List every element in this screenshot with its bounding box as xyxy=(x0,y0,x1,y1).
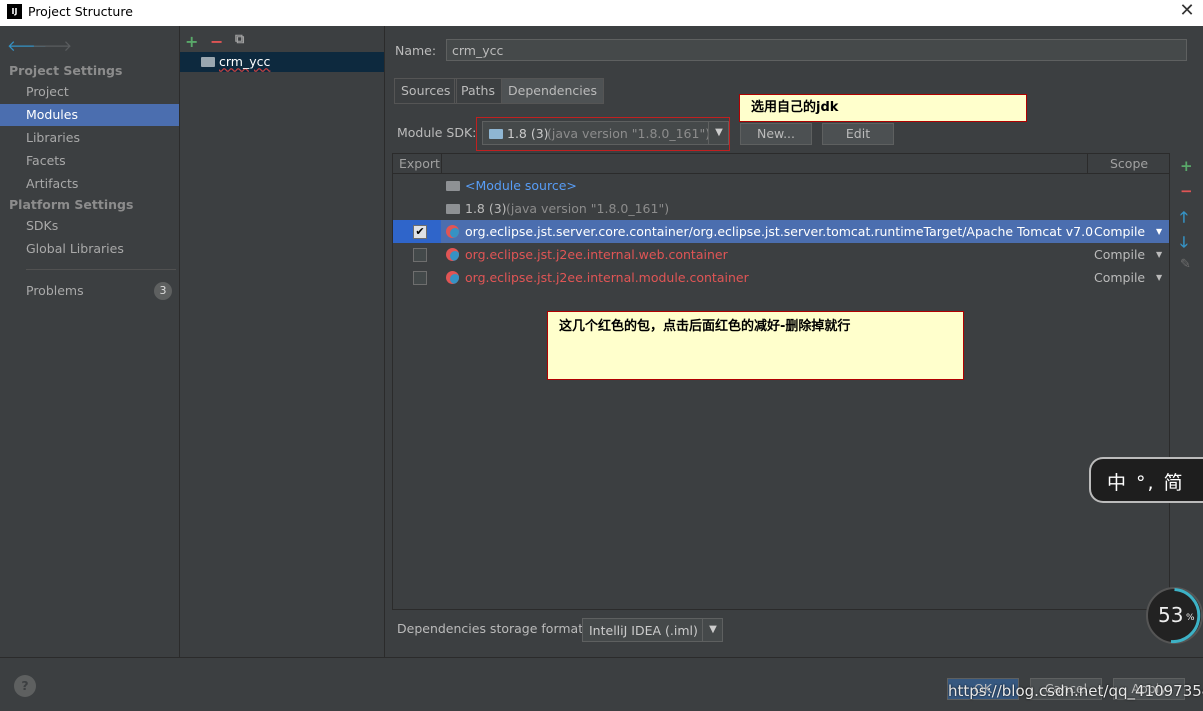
chevron-down-icon: ▼ xyxy=(1156,227,1163,236)
scope-value: Compile xyxy=(1094,224,1146,239)
chevron-down-icon: ▼ xyxy=(702,619,723,641)
intellij-logo: IJ xyxy=(7,4,22,19)
jdk-folder-icon xyxy=(446,204,460,214)
settings-nav-panel: 🡐 🡒 Project Settings Project Modules Lib… xyxy=(0,26,180,657)
library-icon xyxy=(446,248,459,261)
scope-select[interactable]: Compile ▼ xyxy=(1094,266,1169,289)
watermark-url: https://blog.csdn.net/qq_41097354 xyxy=(948,682,1203,700)
storage-format-label: Dependencies storage format: xyxy=(397,621,588,636)
annotation-jdk-note: 选用自己的jdk xyxy=(739,94,1027,122)
export-checkbox[interactable] xyxy=(413,248,427,262)
col-scope-header: Scope xyxy=(1110,154,1149,174)
col-export-header: Export xyxy=(399,154,440,174)
project-settings-header: Project Settings xyxy=(9,63,123,78)
jdk-hint: (java version "1.8.0_161") xyxy=(506,201,670,216)
library-icon xyxy=(446,271,459,284)
scope-value: Compile xyxy=(1094,247,1146,262)
window-title: Project Structure xyxy=(28,4,133,19)
table-row[interactable]: 1.8 (3) (java version "1.8.0_161") xyxy=(393,197,1169,220)
table-header xyxy=(393,154,1169,174)
export-checkbox[interactable] xyxy=(413,271,427,285)
edit-pencil-icon[interactable]: ✎ xyxy=(1180,257,1191,272)
dialog-button-bar: ? OK Cancel Apply https://blog.csdn.net/… xyxy=(0,657,1203,711)
nav-item-problems[interactable]: Problems xyxy=(0,280,179,302)
move-down-icon[interactable]: 🡓 xyxy=(1180,232,1188,257)
col-divider xyxy=(1087,154,1088,173)
edit-sdk-button[interactable]: Edit xyxy=(822,123,894,145)
library-icon xyxy=(446,225,459,238)
problems-count-badge: 3 xyxy=(154,282,172,300)
module-source-folder-icon xyxy=(446,181,460,191)
export-checkbox[interactable]: ✔ xyxy=(413,225,427,239)
col-divider xyxy=(441,154,442,173)
help-icon[interactable]: ? xyxy=(14,675,36,697)
platform-settings-header: Platform Settings xyxy=(9,197,134,212)
jdk-folder-icon xyxy=(489,129,503,139)
name-input[interactable]: crm_ycc xyxy=(446,39,1187,61)
gauge-percent: 53 xyxy=(1158,603,1184,627)
move-up-icon[interactable]: 🡑 xyxy=(1180,207,1188,232)
dependency-name: org.eclipse.jst.j2ee.internal.web.contai… xyxy=(465,247,728,262)
nav-item-libraries[interactable]: Libraries xyxy=(0,127,179,149)
tab-sources[interactable]: Sources xyxy=(394,78,458,104)
remove-icon[interactable]: − xyxy=(210,32,223,51)
tab-dependencies[interactable]: Dependencies xyxy=(501,78,604,104)
nav-item-modules[interactable]: Modules xyxy=(0,104,179,126)
table-row[interactable]: org.eclipse.jst.j2ee.internal.module.con… xyxy=(393,266,1169,289)
sdk-hint: (java version "1.8.0_161") xyxy=(547,126,711,141)
performance-gauge[interactable]: 53 % xyxy=(1146,587,1203,644)
module-row-crm-ycc[interactable]: crm_ycc xyxy=(180,52,384,72)
modules-list-panel: + − ⧉ crm_ycc xyxy=(180,26,385,657)
tab-paths[interactable]: Paths xyxy=(454,78,502,104)
name-label: Name: xyxy=(395,43,437,58)
annotation-red-packages-note: 这几个红色的包，点击后面红色的减好-删除掉就行 xyxy=(547,311,964,380)
table-row[interactable]: <Module source> xyxy=(393,174,1169,197)
sdk-value: 1.8 (3) xyxy=(507,126,549,141)
nav-item-sdks[interactable]: SDKs xyxy=(0,215,179,237)
scope-select[interactable]: Compile ▼ xyxy=(1094,220,1169,243)
nav-item-facets[interactable]: Facets xyxy=(0,150,179,172)
module-name-label: crm_ycc xyxy=(219,54,271,69)
close-icon[interactable]: ✕ xyxy=(1177,0,1197,24)
table-row[interactable]: ✔ org.eclipse.jst.server.core.container/… xyxy=(393,220,1169,243)
remove-dependency-icon[interactable]: − xyxy=(1180,182,1193,200)
add-dependency-icon[interactable]: + xyxy=(1180,157,1193,175)
chevron-down-icon: ▼ xyxy=(1156,250,1163,259)
table-row[interactable]: org.eclipse.jst.j2ee.internal.web.contai… xyxy=(393,243,1169,266)
new-sdk-button[interactable]: New... xyxy=(740,123,812,145)
gauge-percent-unit: % xyxy=(1186,613,1195,623)
nav-item-artifacts[interactable]: Artifacts xyxy=(0,173,179,195)
chevron-down-icon: ▼ xyxy=(1156,273,1163,282)
nav-item-global-libraries[interactable]: Global Libraries xyxy=(0,238,179,260)
add-icon[interactable]: + xyxy=(185,32,198,51)
dependencies-table: Export Scope <Module source> 1.8 (3) (ja… xyxy=(392,153,1170,610)
module-folder-icon xyxy=(201,57,215,67)
forward-arrow-icon[interactable]: 🡒 xyxy=(32,36,72,55)
dependency-name: org.eclipse.jst.j2ee.internal.module.con… xyxy=(465,270,749,285)
dependency-name: org.eclipse.jst.server.core.container/or… xyxy=(465,224,1094,239)
ime-indicator[interactable]: 中 °, 简 xyxy=(1089,457,1203,503)
module-sdk-label: Module SDK: xyxy=(397,125,477,140)
window-title-bar: IJ Project Structure ✕ xyxy=(0,0,1203,26)
module-source-label: <Module source> xyxy=(465,178,577,193)
nav-item-project[interactable]: Project xyxy=(0,81,179,103)
storage-format-select[interactable]: IntelliJ IDEA (.iml) ▼ xyxy=(582,618,723,642)
storage-format-value: IntelliJ IDEA (.iml) xyxy=(589,623,698,638)
copy-icon[interactable]: ⧉ xyxy=(235,32,244,47)
scope-select[interactable]: Compile ▼ xyxy=(1094,243,1169,266)
module-sdk-select[interactable]: 1.8 (3) (java version "1.8.0_161") ▼ xyxy=(482,121,729,145)
scope-value: Compile xyxy=(1094,270,1146,285)
nav-divider xyxy=(26,269,176,270)
jdk-name: 1.8 (3) xyxy=(465,201,507,216)
ime-text: 中 °, 简 xyxy=(1107,472,1185,494)
chevron-down-icon[interactable]: ▼ xyxy=(708,122,729,144)
